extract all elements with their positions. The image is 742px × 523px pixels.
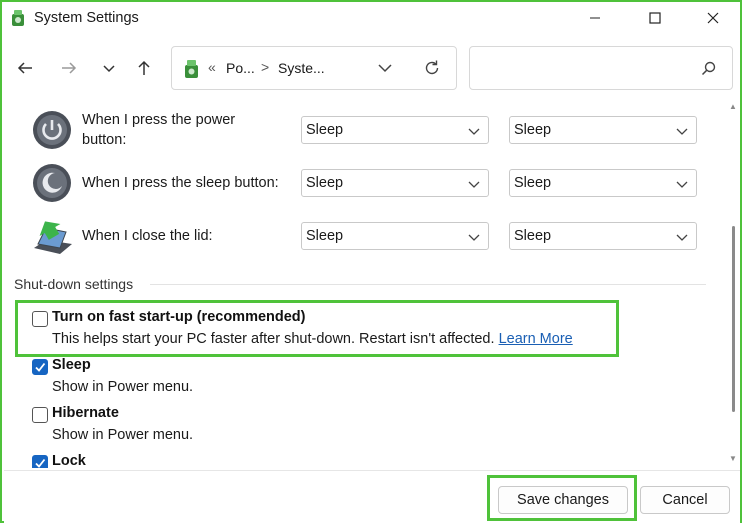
close-icon (707, 12, 719, 24)
dropdown-value: Sleep (306, 175, 344, 191)
fast-startup-desc-text: This helps start your PC faster after sh… (52, 331, 495, 347)
arrow-up-icon (138, 60, 150, 75)
recent-locations-button[interactable] (98, 56, 120, 80)
chevron-down-icon (676, 234, 688, 241)
close-lid-label: When I close the lid: (82, 228, 213, 244)
maximize-button[interactable] (630, 2, 680, 34)
bottom-action-bar: Save changes Cancel (4, 470, 740, 523)
section-divider (150, 284, 706, 285)
scroll-thumb[interactable] (732, 226, 735, 412)
minimize-button[interactable] (570, 2, 620, 34)
vertical-scrollbar[interactable]: ▲ ▼ (728, 102, 738, 468)
power-button-label-line1: When I press the power (82, 112, 236, 128)
scroll-down-arrow-icon[interactable]: ▼ (729, 454, 737, 463)
learn-more-link[interactable]: Learn More (499, 331, 573, 347)
window-title: System Settings (34, 10, 139, 26)
search-box[interactable] (469, 46, 733, 90)
sleep-button-icon (33, 164, 71, 202)
dropdown-value: Sleep (306, 228, 344, 244)
maximize-icon (649, 12, 661, 24)
settings-content: When I press the power button: Sleep Sle… (4, 102, 722, 468)
chevron-down-icon (676, 181, 688, 188)
cancel-button[interactable]: Cancel (640, 486, 730, 514)
forward-button[interactable] (58, 56, 80, 80)
power-button-row: When I press the power button: Sleep Sle… (4, 108, 722, 152)
sleep-checkbox[interactable] (32, 359, 48, 375)
hibernate-option-label[interactable]: Hibernate (52, 405, 119, 421)
fast-startup-label[interactable]: Turn on fast start-up (recommended) (52, 309, 306, 325)
address-bar[interactable]: « Po... > Syste... (171, 46, 457, 90)
arrow-right-icon (62, 62, 77, 74)
window-frame: System Settings « Po... > Syste... When … (0, 0, 742, 523)
minimize-icon (590, 17, 600, 19)
sleep-button-plugged-dropdown[interactable]: Sleep (509, 169, 697, 197)
breadcrumb-segment-power[interactable]: Po... (226, 60, 255, 76)
hibernate-option-desc: Show in Power menu. (52, 427, 194, 443)
sleep-button-label: When I press the sleep button: (82, 175, 279, 191)
power-button-battery-dropdown[interactable]: Sleep (301, 116, 489, 144)
checkmark-icon (35, 362, 46, 372)
laptop-lid-icon (34, 221, 72, 254)
dropdown-value: Sleep (514, 175, 552, 191)
chevron-down-icon (468, 181, 480, 188)
close-button[interactable] (688, 2, 738, 34)
dropdown-value: Sleep (514, 122, 552, 138)
lock-option-label[interactable]: Lock (52, 453, 86, 468)
power-button-label-line2: button: (82, 132, 127, 148)
fast-startup-desc: This helps start your PC faster after sh… (52, 331, 573, 347)
close-lid-battery-dropdown[interactable]: Sleep (301, 222, 489, 250)
refresh-icon[interactable] (422, 58, 442, 78)
power-options-app-icon (12, 10, 24, 26)
arrow-left-icon (17, 62, 32, 74)
navigation-bar: « Po... > Syste... (2, 40, 740, 96)
fast-startup-checkbox[interactable] (32, 311, 48, 327)
chevron-down-icon (676, 128, 688, 135)
chevron-down-icon (468, 234, 480, 241)
lock-checkbox[interactable] (32, 455, 48, 468)
save-changes-button[interactable]: Save changes (498, 486, 628, 514)
chevron-down-icon (468, 128, 480, 135)
sleep-option-label[interactable]: Sleep (52, 357, 91, 373)
sleep-button-row: When I press the sleep button: Sleep Sle… (4, 161, 722, 205)
control-panel-icon (185, 60, 198, 78)
title-bar: System Settings (2, 2, 740, 35)
address-dropdown-icon[interactable] (376, 59, 394, 77)
breadcrumb-segment-system[interactable]: Syste... (278, 60, 325, 76)
shutdown-section-title: Shut-down settings (14, 276, 134, 292)
close-lid-row: When I close the lid: Sleep Sleep (4, 214, 722, 258)
close-lid-plugged-dropdown[interactable]: Sleep (509, 222, 697, 250)
dropdown-value: Sleep (514, 228, 552, 244)
power-button-plugged-dropdown[interactable]: Sleep (509, 116, 697, 144)
scroll-up-arrow-icon[interactable]: ▲ (729, 102, 737, 111)
breadcrumb-separator: > (261, 59, 270, 75)
search-icon (701, 61, 716, 76)
breadcrumb-overflow[interactable]: « (208, 59, 216, 75)
up-button[interactable] (133, 56, 155, 80)
checkmark-icon (35, 458, 46, 468)
hibernate-checkbox[interactable] (32, 407, 48, 423)
back-button[interactable] (14, 56, 36, 80)
power-button-icon (33, 111, 71, 149)
dropdown-value: Sleep (306, 122, 344, 138)
chevron-down-icon (103, 65, 115, 73)
sleep-button-battery-dropdown[interactable]: Sleep (301, 169, 489, 197)
sleep-option-desc: Show in Power menu. (52, 379, 194, 395)
